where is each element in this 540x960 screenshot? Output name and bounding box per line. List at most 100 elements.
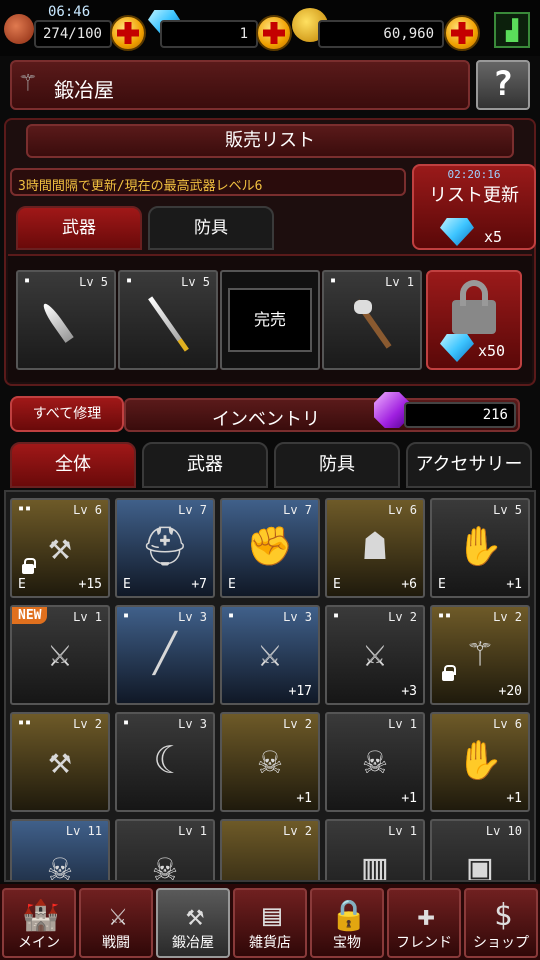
tab-inventory-accessories[interactable]: アクセサリー bbox=[406, 442, 532, 488]
inventory-item[interactable]: ▪ Lv 3 ╱ bbox=[115, 605, 215, 705]
inventory-item[interactable]: ▪ Lv 3 ⚔ +17 bbox=[220, 605, 320, 705]
tab-inventory-weapons[interactable]: 武器 bbox=[142, 442, 268, 488]
add-stamina-button[interactable] bbox=[110, 15, 146, 51]
nav-label: ショップ bbox=[473, 935, 529, 951]
tab-inventory-all[interactable]: 全体 bbox=[10, 442, 136, 488]
nav-label: フレンド bbox=[396, 935, 452, 951]
nav-label: メイン bbox=[18, 935, 60, 951]
inventory-item[interactable]: Lv 7 ✊ E bbox=[220, 498, 320, 598]
item-level: Lv 2 bbox=[388, 610, 417, 624]
nav-treasure-lock[interactable]: 🔒 宝物 bbox=[310, 888, 384, 958]
inventory-item[interactable]: Lv 11 ☠ bbox=[10, 819, 110, 882]
inventory-item[interactable]: Lv 6 ✋ +1 bbox=[430, 712, 530, 812]
enhance-level: +1 bbox=[506, 791, 522, 806]
item-level: Lv 5 bbox=[181, 275, 210, 289]
locked-slot[interactable]: x50 bbox=[426, 270, 522, 370]
inventory-count: 216 bbox=[404, 402, 516, 428]
sale-notice: 3時間間隔で更新/現在の最高武器レベル6 bbox=[10, 168, 406, 196]
item-level: Lv 5 bbox=[493, 503, 522, 517]
nav-label: 鍛冶屋 bbox=[172, 935, 214, 951]
gem-icon bbox=[440, 218, 474, 250]
nav-label: 宝物 bbox=[333, 935, 361, 951]
item-level: Lv 10 bbox=[485, 824, 522, 838]
wooden-shield-icon: ▥ bbox=[363, 845, 387, 882]
inventory-item[interactable]: Lv 2 ☠ +1 bbox=[220, 712, 320, 812]
equipped-marker: E bbox=[18, 577, 26, 592]
item-level: Lv 3 bbox=[283, 610, 312, 624]
enhance-level: +1 bbox=[296, 791, 312, 806]
enhance-level: +15 bbox=[78, 577, 102, 592]
gold-value: 60,960 bbox=[318, 20, 444, 48]
gem-icon bbox=[440, 334, 474, 366]
inventory-item[interactable]: ▪▪ Lv 2 ⚚ +20 bbox=[430, 605, 530, 705]
sale-item-dagger[interactable]: ▪ Lv 5 bbox=[16, 270, 116, 370]
mace-icon: ⚒ bbox=[48, 738, 72, 782]
inventory-item[interactable]: Lv 1 ⚔ NEW bbox=[10, 605, 110, 705]
add-gold-button[interactable] bbox=[444, 15, 480, 51]
inventory-item[interactable]: Lv 10 ▣ bbox=[430, 819, 530, 882]
item-level: Lv 5 bbox=[79, 275, 108, 289]
inventory-item[interactable]: ▪▪ Lv 6 ⚒ E +15 bbox=[10, 498, 110, 598]
nav-anvil[interactable]: ⚒ 鍛冶屋 bbox=[156, 888, 230, 958]
rarity-dots: ▪▪ bbox=[18, 503, 33, 514]
meat-icon bbox=[4, 14, 34, 44]
scimitar-icon: ☾ bbox=[153, 738, 177, 782]
nav-chest[interactable]: ▤ 雑貨店 bbox=[233, 888, 307, 958]
item-level: Lv 2 bbox=[283, 717, 312, 731]
inventory-grid[interactable]: ▪▪ Lv 6 ⚒ E +15 Lv 7 ⛑ E +7 Lv 7 ✊ E Lv 6 ☗ E +6 Lv 5 ✋ E +… bbox=[4, 490, 536, 882]
gloves-icon: ✋ bbox=[456, 738, 504, 782]
nav-label: 戦闘 bbox=[102, 935, 130, 951]
rarity-dots: ▪ bbox=[228, 610, 236, 621]
inventory-item[interactable]: ▪ Lv 3 ☾ bbox=[115, 712, 215, 812]
nav-crossed-swords[interactable]: ⚔ 戦闘 bbox=[79, 888, 153, 958]
lock-shackle bbox=[460, 280, 488, 306]
enhance-level: +17 bbox=[288, 684, 312, 699]
inventory-item[interactable]: Lv 1 ▥ bbox=[325, 819, 425, 882]
add-gems-button[interactable] bbox=[256, 15, 292, 51]
help-button[interactable]: ? bbox=[476, 60, 530, 110]
item-level: Lv 2 bbox=[283, 824, 312, 838]
skull-helm-icon: ☠ bbox=[363, 738, 387, 782]
enhance-level: +3 bbox=[401, 684, 417, 699]
rarity-dots: ▪ bbox=[24, 275, 32, 286]
inventory-title: インベントリ bbox=[212, 409, 320, 430]
inventory-item[interactable]: Lv 7 ⛑ E +7 bbox=[115, 498, 215, 598]
item-level: Lv 3 bbox=[178, 717, 207, 731]
repair-all-button[interactable]: すべて修理 bbox=[10, 396, 124, 432]
item-level: Lv 1 bbox=[388, 717, 417, 731]
inventory-item[interactable]: Lv 1 ☠ +1 bbox=[325, 712, 425, 812]
rarity-dots: ▪▪ bbox=[18, 717, 33, 728]
rarity-dots: ▪ bbox=[333, 610, 341, 621]
item-level: Lv 2 bbox=[493, 610, 522, 624]
anvil-icon: ⚒ bbox=[185, 898, 205, 933]
clock-time: 06:46 bbox=[48, 4, 91, 20]
inventory-item[interactable]: Lv 5 ✋ E +1 bbox=[430, 498, 530, 598]
refresh-label: リスト更新 bbox=[429, 185, 519, 206]
status-bar: 06:46 274/100 1 60,960 ▟ bbox=[0, 0, 540, 56]
inventory-item[interactable]: Lv 1 ☠ bbox=[115, 819, 215, 882]
tab-sale-weapons[interactable]: 武器 bbox=[16, 206, 142, 250]
nav-friend-add[interactable]: ✚ フレンド bbox=[387, 888, 461, 958]
inventory-item[interactable]: Lv 6 ☗ E +6 bbox=[325, 498, 425, 598]
inventory-item[interactable]: Lv 2 bbox=[220, 819, 320, 880]
gems-value: 1 bbox=[160, 20, 258, 48]
item-level: Lv 3 bbox=[178, 610, 207, 624]
skull-necklace-icon: ☠ bbox=[48, 845, 72, 882]
tab-inventory-armor[interactable]: 防具 bbox=[274, 442, 400, 488]
item-level: Lv 1 bbox=[388, 824, 417, 838]
skull-necklace-icon: ☠ bbox=[153, 845, 177, 882]
sale-item-katana[interactable]: ▪ Lv 5 bbox=[118, 270, 218, 370]
nav-castle[interactable]: 🏰 メイン bbox=[2, 888, 76, 958]
tab-sale-armor[interactable]: 防具 bbox=[148, 206, 274, 250]
skull-helm-icon: ☠ bbox=[258, 738, 282, 782]
nav-label: 雑貨店 bbox=[249, 935, 291, 951]
sword-icon: ⚔ bbox=[363, 631, 387, 675]
sword-icon: ⚔ bbox=[258, 631, 282, 675]
nav-shop[interactable]: $ ショップ bbox=[464, 888, 538, 958]
inventory-item[interactable]: ▪ Lv 2 ⚔ +3 bbox=[325, 605, 425, 705]
refresh-list-button[interactable]: 02:20:16 リスト更新 x5 bbox=[412, 164, 536, 250]
sale-item-axe[interactable]: ▪ Lv 1 bbox=[322, 270, 422, 370]
inventory-item[interactable]: ▪▪ Lv 2 ⚒ bbox=[10, 712, 110, 812]
shop-icon: $ bbox=[493, 898, 513, 933]
iron-shield-icon: ▣ bbox=[468, 845, 492, 882]
